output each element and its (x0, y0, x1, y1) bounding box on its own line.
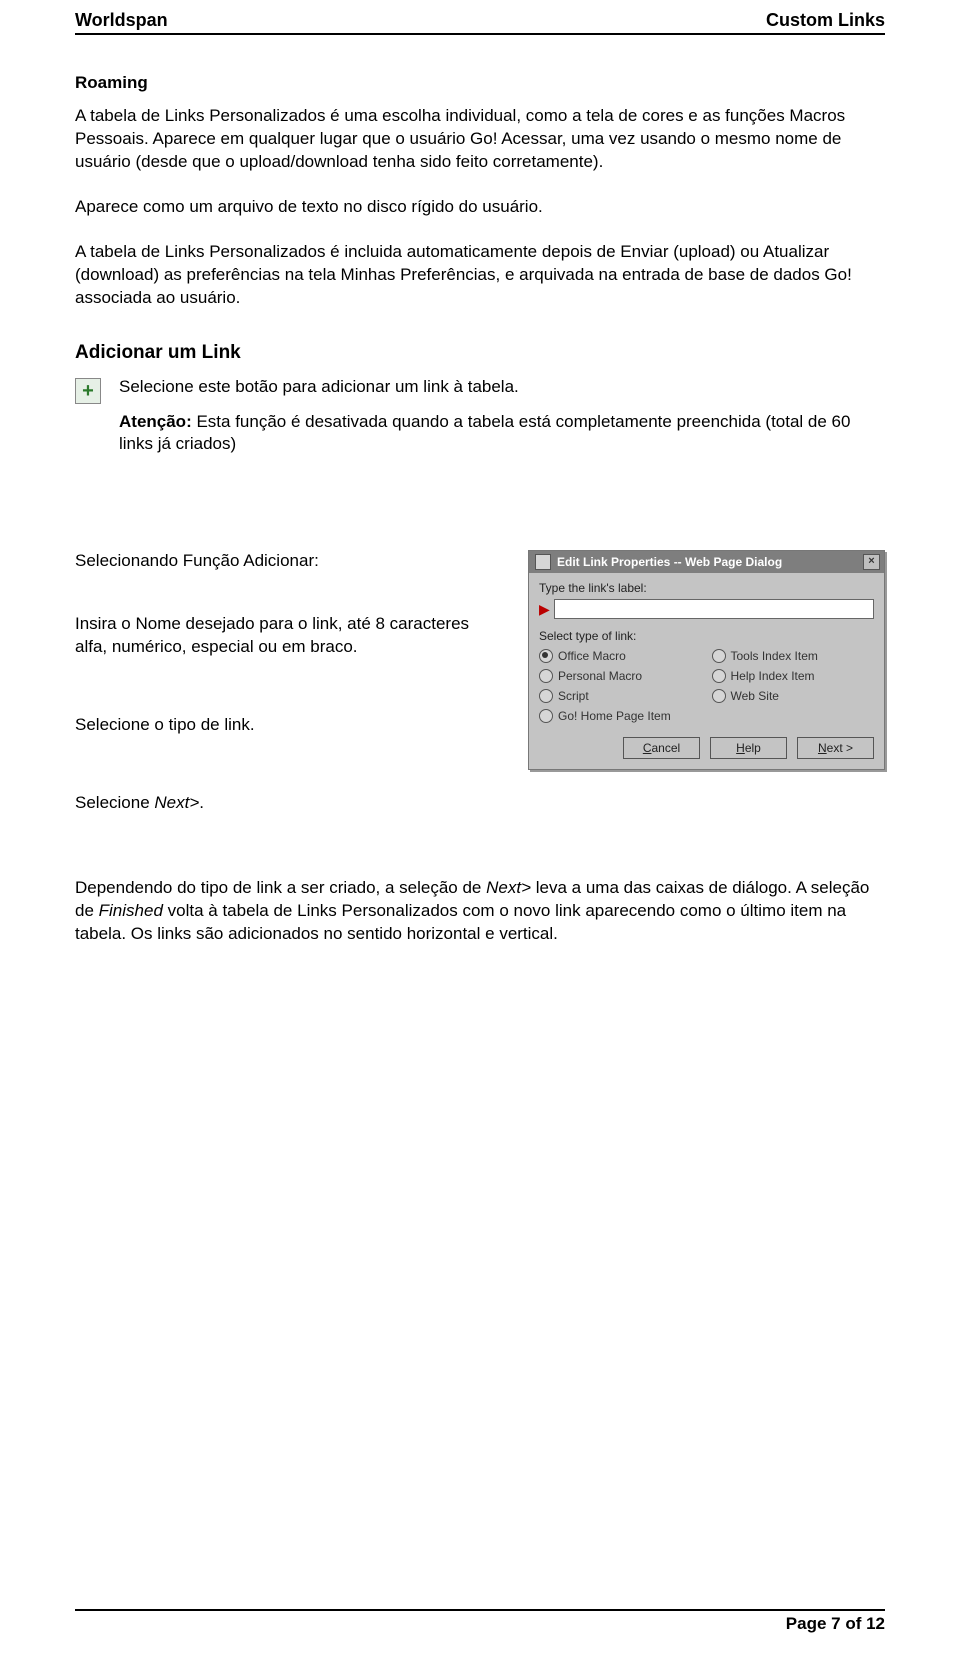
radio-label: Web Site (731, 689, 779, 703)
addlink-atencao: Atenção: Esta função é desativada quando… (119, 411, 885, 457)
radio-icon (712, 649, 726, 663)
tipo-label: Selecione o tipo de link. (75, 714, 498, 737)
header-row: Worldspan Custom Links (75, 10, 885, 35)
radio-label: Office Macro (558, 649, 626, 663)
page-number: Page 7 of 12 (786, 1614, 885, 1634)
radio-label: Script (558, 689, 589, 703)
radio-web-site[interactable]: Web Site (712, 689, 875, 703)
dialog-app-icon (535, 554, 551, 570)
required-arrow-icon: ▶ (539, 601, 550, 618)
radio-label: Tools Index Item (731, 649, 818, 663)
radio-icon (539, 709, 553, 723)
header-right: Custom Links (766, 10, 885, 31)
bottom-finished: Finished (99, 901, 163, 920)
next-italic: Next> (154, 793, 199, 812)
radio-icon (712, 689, 726, 703)
select-type-label: Select type of link: (539, 629, 874, 643)
bottom-next: Next> (486, 878, 531, 897)
edit-link-dialog: Edit Link Properties -- Web Page Dialog … (528, 550, 885, 770)
addlink-title: Adicionar um Link (75, 342, 885, 364)
bottom-p1c: volta à tabela de Links Personalizados c… (75, 901, 846, 943)
bottom-p1a: Dependendo do tipo de link a ser criado,… (75, 878, 486, 897)
type-label-text: Type the link's label: (539, 581, 874, 595)
radio-icon (539, 689, 553, 703)
help-button[interactable]: Help (710, 737, 787, 759)
atencao-text: Esta função é desativada quando a tabela… (119, 412, 850, 454)
roaming-p2: Aparece como um arquivo de texto no disc… (75, 196, 885, 219)
bottom-paragraph: Dependendo do tipo de link a ser criado,… (75, 877, 885, 946)
radio-label: Go! Home Page Item (558, 709, 671, 723)
roaming-title: Roaming (75, 73, 885, 93)
radio-office-macro[interactable]: Office Macro (539, 649, 702, 663)
atencao-label: Atenção: (119, 412, 192, 431)
radio-script[interactable]: Script (539, 689, 702, 703)
radio-icon (539, 669, 553, 683)
radio-help-index[interactable]: Help Index Item (712, 669, 875, 683)
next-suffix: . (199, 793, 204, 812)
close-icon[interactable]: × (863, 554, 880, 570)
plus-icon: + (82, 381, 94, 401)
radio-label: Help Index Item (731, 669, 815, 683)
link-label-input[interactable] (554, 599, 874, 619)
radio-personal-macro[interactable]: Personal Macro (539, 669, 702, 683)
footer: Page 7 of 12 (75, 1609, 885, 1634)
roaming-p3: A tabela de Links Personalizados é inclu… (75, 241, 885, 310)
addlink-p1: Selecione este botão para adicionar um l… (119, 376, 885, 399)
header-left: Worldspan (75, 10, 168, 31)
radio-icon (712, 669, 726, 683)
selecionando-label: Selecionando Função Adicionar: (75, 550, 498, 573)
next-button[interactable]: Next > (797, 737, 874, 759)
dialog-titlebar: Edit Link Properties -- Web Page Dialog … (529, 551, 884, 573)
radio-go-home[interactable]: Go! Home Page Item (539, 709, 702, 723)
insira-label: Insira o Nome desejado para o link, até … (75, 613, 498, 659)
next-label: Selecione Next>. (75, 792, 498, 815)
add-link-icon[interactable]: + (75, 378, 101, 404)
next-prefix: Selecione (75, 793, 154, 812)
cancel-button[interactable]: Cancel (623, 737, 700, 759)
radio-label: Personal Macro (558, 669, 642, 683)
roaming-p1: A tabela de Links Personalizados é uma e… (75, 105, 885, 174)
radio-icon (539, 649, 553, 663)
radio-tools-index[interactable]: Tools Index Item (712, 649, 875, 663)
dialog-title-text: Edit Link Properties -- Web Page Dialog (557, 555, 782, 569)
